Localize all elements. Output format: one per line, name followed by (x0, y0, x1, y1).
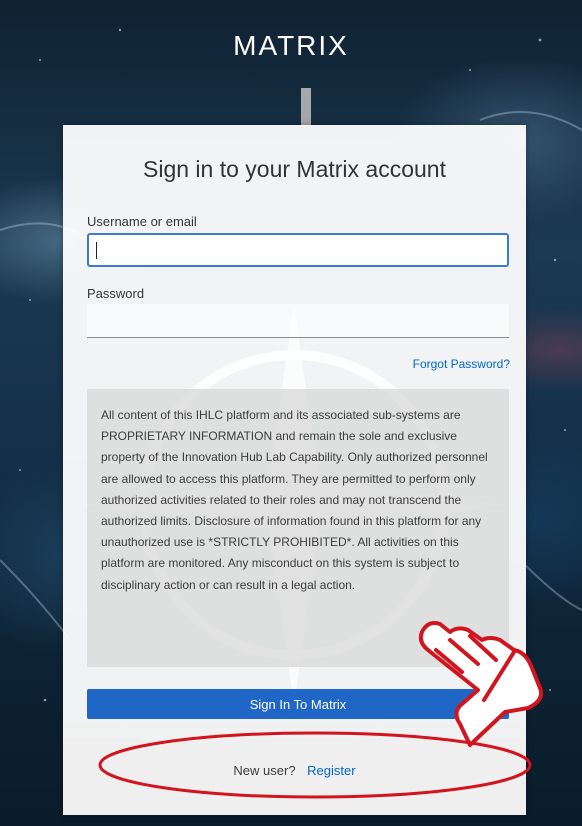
username-label: Username or email (87, 214, 197, 229)
legal-notice: All content of this IHLC platform and it… (87, 389, 509, 667)
register-section: New user? Register (63, 739, 526, 815)
page-title: Sign in to your Matrix account (143, 156, 446, 182)
brand-divider (301, 88, 311, 126)
username-input[interactable] (87, 233, 509, 267)
login-page: MATRIX Sign in to your Matrix account Us… (0, 0, 582, 826)
sign-in-button[interactable]: Sign In To Matrix (87, 689, 509, 719)
brand-logo: MATRIX (233, 30, 349, 61)
text-caret (96, 242, 97, 259)
password-label: Password (87, 286, 145, 301)
login-card: Sign in to your Matrix account Username … (63, 125, 526, 815)
password-input[interactable] (87, 304, 509, 338)
register-link[interactable]: Register (307, 763, 355, 778)
register-prompt: New user? Register (63, 763, 526, 778)
forgot-password-link[interactable]: Forgot Password? (413, 357, 510, 371)
new-user-text: New user? (233, 763, 296, 778)
